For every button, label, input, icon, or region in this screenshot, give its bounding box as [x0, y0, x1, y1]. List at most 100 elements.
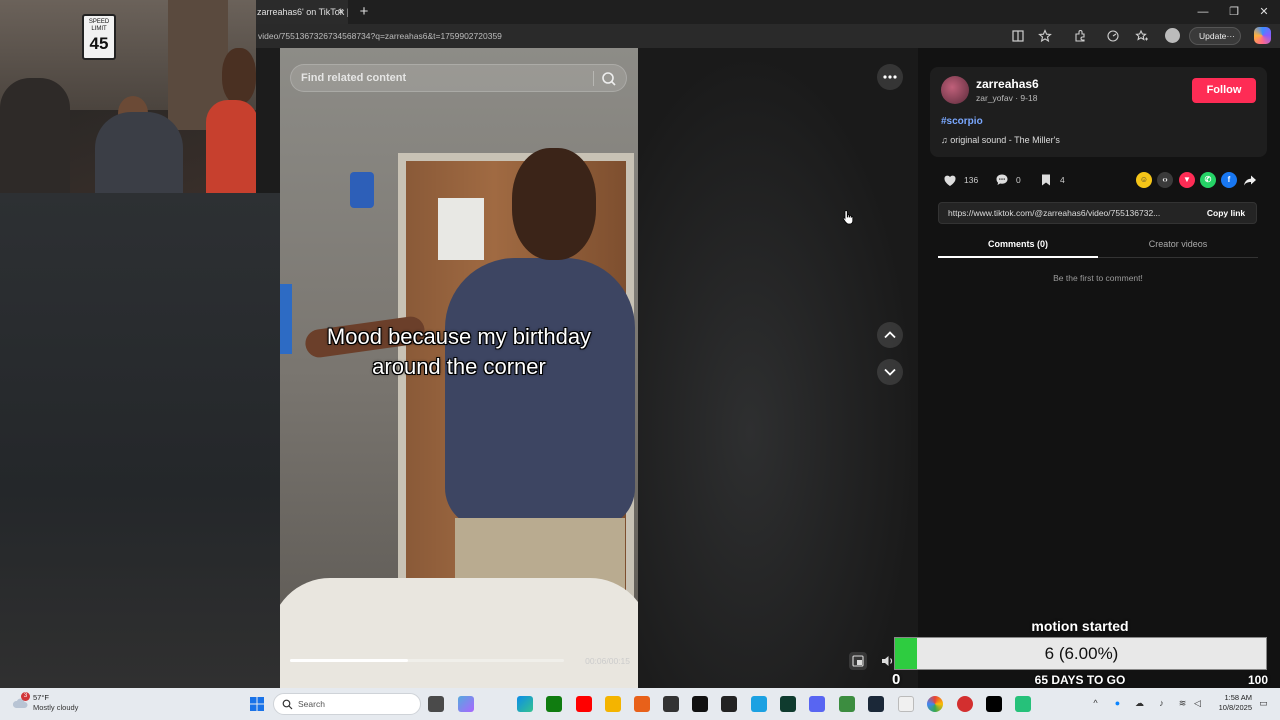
- weather-badge: 3: [21, 692, 30, 701]
- video-link-text[interactable]: https://www.tiktok.com/@zarreahas6/video…: [948, 203, 1192, 223]
- app-icon-black[interactable]: [986, 696, 1002, 712]
- music-note-icon: ♫: [941, 135, 951, 145]
- facebook-icon[interactable]: f: [1221, 172, 1237, 188]
- weather-temp: 57°F: [33, 693, 49, 702]
- copilot-app-icon[interactable]: [458, 696, 474, 712]
- file-explorer-icon[interactable]: [605, 696, 621, 712]
- collections-icon[interactable]: [1135, 29, 1149, 43]
- embed-icon[interactable]: ‹›: [1157, 172, 1173, 188]
- copilot-icon[interactable]: [1254, 27, 1271, 44]
- video-caption: Mood because my birthday around the corn…: [326, 324, 592, 379]
- notepad-icon[interactable]: [898, 696, 914, 712]
- more-options-button[interactable]: [877, 64, 903, 90]
- app-icon-f[interactable]: [751, 696, 767, 712]
- webcam-person-right: [206, 100, 256, 193]
- send-to-friends-icon[interactable]: ▼: [1179, 172, 1195, 188]
- player-blurred-side: [638, 48, 918, 688]
- hand-cursor-icon: [842, 210, 854, 225]
- tab-creator-videos[interactable]: Creator videos: [1098, 235, 1258, 258]
- creator-subline: zar_yofav · 9-18: [976, 93, 1038, 103]
- edge-icon[interactable]: [517, 696, 533, 712]
- video-progress-bar[interactable]: [290, 659, 564, 662]
- goal-max: 100: [1247, 673, 1268, 687]
- profile-avatar-icon[interactable]: [1165, 28, 1180, 43]
- hashtag-link[interactable]: #scorpio: [941, 115, 983, 128]
- creator-avatar[interactable]: [941, 76, 969, 104]
- search-icon[interactable]: [597, 67, 621, 91]
- bookmark-icon: [1042, 174, 1050, 186]
- goal-value: 6 (6.00%): [1044, 644, 1119, 663]
- notification-icon[interactable]: ▭: [1258, 698, 1269, 709]
- chrome-icon[interactable]: [927, 696, 943, 712]
- minimize-button[interactable]: —: [1193, 2, 1213, 22]
- tab-comments[interactable]: Comments (0): [938, 235, 1098, 258]
- favorite-star-icon[interactable]: [1038, 29, 1052, 43]
- browser-tab[interactable]: zarreahas6' on TikTok | ×: [256, 0, 348, 24]
- obs-icon[interactable]: [663, 696, 679, 712]
- goal-min: 0: [892, 671, 901, 688]
- epic-games-icon[interactable]: [721, 696, 737, 712]
- miniplayer-icon: [852, 655, 864, 667]
- share-arrow-icon[interactable]: [1242, 172, 1258, 188]
- goal-days: 65 DAYS TO GO: [1034, 673, 1126, 687]
- app-icon-a[interactable]: [634, 696, 650, 712]
- task-view-icon[interactable]: [428, 696, 444, 712]
- miniplayer-button[interactable]: [849, 652, 867, 670]
- windows-start-icon[interactable]: [250, 697, 264, 711]
- discord-icon[interactable]: [809, 696, 825, 712]
- related-search-input[interactable]: [291, 65, 591, 91]
- sound-title: original sound - The Miller's: [950, 135, 1060, 145]
- taskbar-search-label: Search: [298, 699, 325, 709]
- xbox-icon[interactable]: [546, 696, 562, 712]
- address-bar: video/7551367326734568734?q=zarreahas6&t…: [256, 24, 1280, 48]
- new-tab-button[interactable]: +: [356, 4, 372, 20]
- terminal-icon[interactable]: [780, 696, 796, 712]
- webcam-overlay: SPEED LIMIT 45: [0, 0, 256, 193]
- update-button[interactable]: Update ···: [1189, 27, 1241, 45]
- webcam-person-right-head: [222, 48, 256, 104]
- save-count: 4: [1060, 175, 1065, 185]
- app-icon-teal[interactable]: [1015, 696, 1031, 712]
- steam-icon[interactable]: [868, 696, 884, 712]
- speaker-icon[interactable]: ◁: [1192, 698, 1203, 709]
- emoji-share-icon[interactable]: ☺: [1136, 172, 1152, 188]
- streamlabs-icon[interactable]: [692, 696, 708, 712]
- search-icon: [282, 699, 293, 710]
- related-search-bar: [290, 64, 627, 92]
- sound-link[interactable]: ♫ original sound - The Miller's: [941, 134, 1060, 146]
- whatsapp-icon[interactable]: ✆: [1200, 172, 1216, 188]
- tab-close-icon[interactable]: ×: [334, 5, 348, 19]
- clock-time: 1:58 AM: [1224, 693, 1252, 702]
- url-field[interactable]: video/7551367326734568734?q=zarreahas6&t…: [258, 24, 502, 48]
- video-person-head: [512, 148, 596, 260]
- creator-username[interactable]: zarreahas6: [976, 77, 1039, 92]
- tray-mic-icon[interactable]: ♪: [1156, 698, 1167, 709]
- previous-video-button[interactable]: [877, 322, 903, 348]
- like-count: 136: [964, 175, 979, 185]
- more-dots-icon: [883, 75, 897, 79]
- heart-icon: [944, 175, 956, 186]
- weather-condition: Mostly cloudy: [33, 703, 79, 712]
- left-blurred-background: [0, 193, 280, 688]
- close-window-button[interactable]: ✕: [1254, 2, 1274, 22]
- app-icon-red[interactable]: [957, 696, 973, 712]
- clock[interactable]: 1:58 AM 10/8/2025: [1208, 693, 1252, 713]
- tray-overflow-icon[interactable]: ^: [1090, 698, 1101, 709]
- video-person-body: [445, 258, 635, 528]
- restore-button[interactable]: ❐: [1224, 2, 1244, 22]
- next-video-button[interactable]: [877, 359, 903, 385]
- video-dispenser: [350, 172, 374, 208]
- reader-icon[interactable]: [1011, 29, 1025, 43]
- tray-onedrive-icon[interactable]: ☁: [1134, 698, 1145, 709]
- follow-button[interactable]: Follow: [1192, 78, 1256, 103]
- copy-link-button[interactable]: Copy link: [1197, 203, 1255, 223]
- tray-app-icon[interactable]: ●: [1112, 698, 1123, 709]
- wifi-icon[interactable]: ≋: [1177, 698, 1188, 709]
- video-sink: [280, 578, 638, 688]
- app-icon-green[interactable]: [839, 696, 855, 712]
- extensions-icon[interactable]: [1073, 29, 1087, 43]
- video-blue-object: [280, 284, 292, 354]
- performance-icon[interactable]: [1106, 29, 1120, 43]
- youtube-icon[interactable]: [576, 696, 592, 712]
- taskbar-search[interactable]: Search: [273, 693, 421, 715]
